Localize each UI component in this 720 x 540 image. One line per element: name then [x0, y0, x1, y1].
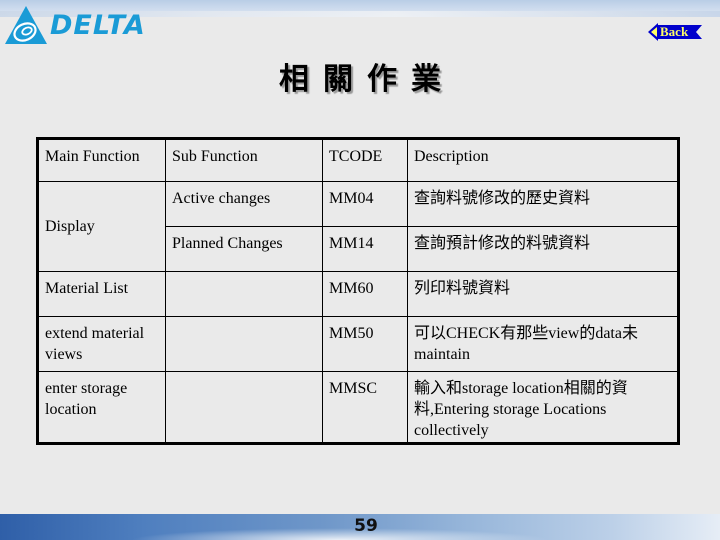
delta-triangle-icon: [5, 6, 47, 44]
back-button[interactable]: Back: [648, 23, 702, 41]
back-label: Back: [660, 24, 689, 39]
cell-main-function: extend material views: [37, 316, 166, 372]
cell-main-function: Material List: [37, 271, 166, 317]
cell-description: 查詢預計修改的料號資料: [407, 226, 679, 272]
cell-description: 輸入和storage location相關的資料,Entering storag…: [407, 371, 679, 444]
page-number: 59: [354, 516, 378, 536]
header-sub-function: Sub Function: [165, 138, 323, 182]
cell-main-function: enter storage location: [37, 371, 166, 444]
cell-description: 查詢料號修改的歷史資料: [407, 181, 679, 227]
table-row: Display Active changes MM04 查詢料號修改的歷史資料: [37, 181, 679, 272]
cell-main-function: Display: [37, 181, 166, 272]
cell-description: 可以CHECK有那些view的data未maintain: [407, 316, 679, 372]
cell-tcode: MM60: [322, 271, 408, 317]
logo-text: DELTA: [50, 9, 146, 41]
cell-tcode: MM14: [322, 226, 408, 272]
delta-logo: DELTA: [4, 4, 146, 46]
table-row: enter storage location MMSC 輸入和storage l…: [37, 371, 679, 444]
table-row: Material List MM60 列印料號資料: [37, 271, 679, 317]
header-main-function: Main Function: [37, 138, 166, 182]
header-description: Description: [407, 138, 679, 182]
cell-sub-function: [165, 316, 323, 372]
header-tcode: TCODE: [322, 138, 408, 182]
cell-sub-function: [165, 271, 323, 317]
cell-description: 列印料號資料: [407, 271, 679, 317]
cell-sub-function: [165, 371, 323, 444]
cell-sub-function: Planned Changes: [165, 226, 323, 272]
cell-tcode: MM50: [322, 316, 408, 372]
cell-sub-function: Active changes: [165, 181, 323, 227]
cell-tcode: MMSC: [322, 371, 408, 444]
cell-tcode: MM04: [322, 181, 408, 227]
function-table: Main Function Sub Function TCODE Descrip…: [36, 137, 680, 445]
page-title: 相關作業: [279, 62, 455, 97]
table-header-row: Main Function Sub Function TCODE Descrip…: [37, 138, 679, 182]
table-row: extend material views MM50 可以CHECK有那些vie…: [37, 316, 679, 372]
